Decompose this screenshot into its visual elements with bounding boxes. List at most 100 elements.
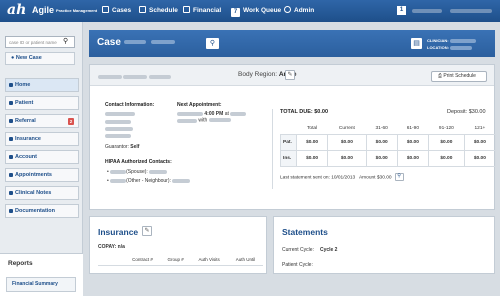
aging-table: Total Current 31-60 61-90 91-120 121+ Pa… (280, 124, 497, 167)
account-totals: TOTAL DUE: $0.00 Deposit: $30.00 Total C… (272, 109, 497, 189)
patient-cycle-label: Patient Cycle: (282, 262, 313, 268)
case-id (123, 40, 146, 45)
next-appointment: 4:00 PM at with (177, 111, 247, 124)
deposit: Deposit: $30.00 (447, 109, 486, 115)
hipaa-contact-spouse: • (Spouse): (107, 169, 168, 175)
nav-cases-label: Cases (112, 7, 132, 14)
sidebar-item-label: Referral (15, 118, 36, 124)
appt-with: with (198, 117, 208, 124)
location-value (450, 45, 473, 50)
nav-cases[interactable]: Cases (102, 6, 131, 15)
statement-search-icon[interactable]: ⚲ (394, 173, 404, 181)
insurance-header-row: Contract # Group # Auth Visits Auth Unti… (98, 255, 263, 266)
sidebar-item-clinical-notes[interactable]: Clinical Notes (5, 186, 79, 200)
case-header: Case ⚲ ▤ CLINICIAN: LOCATION: (89, 30, 495, 57)
sidebar-item-label: Insurance (15, 136, 41, 142)
sidebar-item-label: Documentation (15, 208, 56, 214)
sidebar-item-account[interactable]: Account (5, 150, 79, 164)
table-cell: $0.00 (463, 133, 497, 151)
reports-title: Reports (8, 260, 33, 267)
sidebar-item-patient[interactable]: Patient (5, 96, 79, 110)
location-label: LOCATION: (427, 45, 449, 50)
column-header: Auth Until (228, 255, 263, 266)
sidebar-item-home[interactable]: Home (5, 78, 79, 92)
new-case-button[interactable]: ● New Case (5, 52, 75, 65)
current-cycle-label: Current Cycle: (282, 247, 314, 253)
total-due-value: $0.00 (314, 109, 328, 115)
column-header: Current (338, 126, 355, 132)
notification-badge[interactable]: 1 (397, 6, 406, 15)
sidebar-item-label: Appointments (15, 172, 52, 178)
sidebar: case ID or patient name ⚲ ● New Case Hom… (0, 22, 83, 296)
demo-dob (123, 74, 148, 79)
column-header: 121+ (474, 126, 486, 132)
top-nav-bar: ah Agile Practice Management Cases Schedu… (0, 0, 500, 22)
new-case-label: New Case (15, 55, 42, 61)
search-icon[interactable]: ⚲ (63, 38, 71, 46)
user-menu[interactable] (450, 9, 492, 13)
table-cell: Pat. (280, 133, 297, 151)
current-cycle-value: Cycle 2 (319, 247, 338, 253)
patient-name (151, 40, 176, 45)
nav-admin-label: Admin (294, 7, 315, 14)
sidebar-item-label: Home (15, 82, 31, 88)
sidebar-item-insurance[interactable]: Insurance (5, 132, 79, 146)
statements-title: Statements (282, 227, 328, 237)
table-cell: $0.00 (463, 149, 497, 167)
brand-tagline: Practice Management (56, 7, 98, 13)
reports-section: Reports Financial Summary (0, 253, 83, 296)
contact-info-label: Contact Information: (105, 102, 155, 108)
patient-demographics (98, 74, 171, 80)
statements-panel: Statements Current Cycle: Cycle 2 Patient… (273, 216, 495, 274)
patient-cycle: Patient Cycle: (282, 262, 313, 268)
guarantor: Guarantor: Self (105, 144, 139, 150)
nav-financial[interactable]: Financial (183, 6, 221, 15)
edit-body-region-icon[interactable]: ✎ (285, 70, 295, 80)
body-region-label: Body Region: (238, 71, 278, 78)
amount-value: $30.00 (376, 175, 392, 181)
column-header: 31-60 (375, 126, 388, 132)
total-due-label: TOTAL DUE: (280, 109, 313, 115)
column-header: 91-120 (438, 126, 454, 132)
sidebar-item-label: Patient (15, 100, 34, 106)
next-appointment-label: Next Appointment: (177, 102, 222, 108)
agile-logo[interactable]: ah (7, 3, 26, 18)
last-statement-date: 10/01/2013 (331, 175, 356, 181)
sidebar-item-label: Clinical Notes (15, 190, 52, 196)
case-search-button[interactable]: ⚲ (206, 38, 219, 49)
sidebar-item-referral[interactable]: Referral 2 (5, 114, 79, 128)
location-selector[interactable] (412, 9, 442, 13)
insurance-table: Contract # Group # Auth Visits Auth Unti… (98, 255, 263, 266)
column-header: Contract # (124, 255, 162, 266)
last-statement-label: Last statement sent on: (280, 175, 330, 181)
appointment-time: 4:00 PM (204, 111, 224, 117)
financial-summary-link[interactable]: Financial Summary (6, 277, 76, 292)
case-detail-icon[interactable]: ▤ (411, 38, 422, 49)
table-cell: $0.00 (396, 133, 429, 151)
brand-title: Agile (32, 5, 55, 15)
financial-icon (183, 6, 190, 13)
amount-label: Amount (358, 175, 376, 181)
nav-work-queue[interactable]: 7 Work Queue (231, 6, 281, 17)
table-cell: $0.00 (396, 149, 429, 167)
print-schedule-button[interactable]: ⎙ Print Schedule (431, 71, 487, 82)
sidebar-item-documentation[interactable]: Documentation (5, 204, 79, 218)
column-header: Group # (161, 255, 191, 266)
insurance-panel: Insurance ✎ COPAY: n/a Contract # Group … (89, 216, 267, 274)
sidebar-item-label: Account (15, 154, 37, 160)
edit-insurance-icon[interactable]: ✎ (142, 226, 152, 236)
column-header: Total (307, 126, 318, 132)
nav-schedule[interactable]: Schedule (139, 6, 178, 15)
hipaa-contacts-label: HIPAA Authorized Contacts: (105, 159, 172, 165)
table-cell: $0.00 (427, 149, 465, 167)
current-cycle: Current Cycle: Cycle 2 (282, 247, 337, 253)
case-summary-panel: Body Region: Ankle ✎ ⎙ Print Schedule Co… (89, 64, 497, 210)
nav-work-queue-label: Work Queue (243, 7, 282, 14)
table-cell: $0.00 (327, 149, 367, 167)
nav-admin[interactable]: Admin (284, 6, 314, 15)
cases-icon (102, 6, 109, 13)
appt-at: at (224, 111, 229, 117)
table-row: Ins. $0.00 $0.00 $0.00 $0.00 $0.00 $0.00 (280, 149, 497, 167)
printer-icon: ⎙ (438, 73, 443, 79)
sidebar-item-appointments[interactable]: Appointments (5, 168, 79, 182)
